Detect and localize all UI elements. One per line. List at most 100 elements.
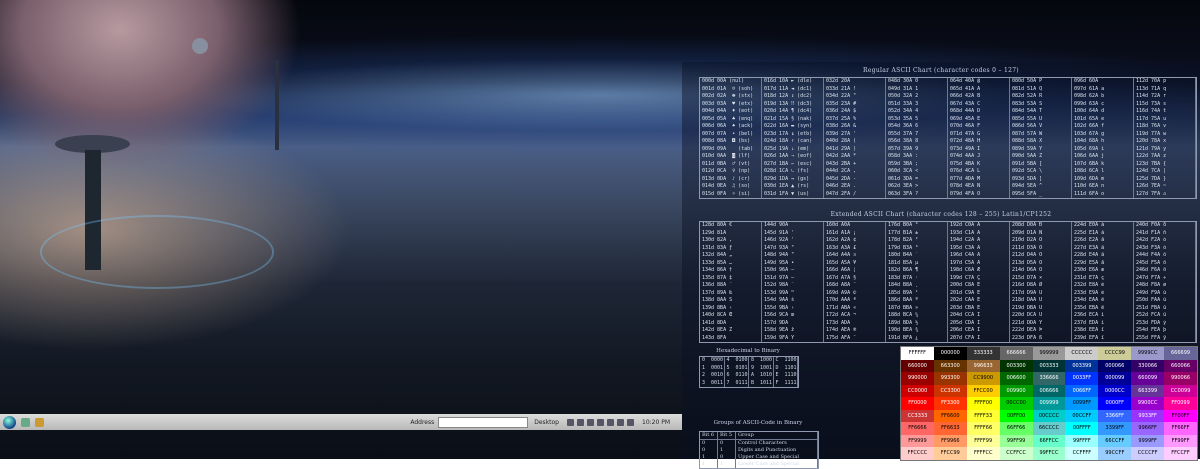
color-swatch: 9966FF — [1131, 422, 1165, 435]
color-swatch: 0099FF — [1065, 397, 1099, 410]
table-cell: 181d B5A µ — [888, 259, 919, 266]
table-cell: 073d 49A I — [950, 145, 981, 152]
table-cell: 137d 89A ‰ — [702, 289, 733, 296]
table-cell: 041d 29A ) — [826, 145, 857, 152]
table-cell: 204d CCA Ì — [950, 312, 981, 318]
desktop-toolbar-label[interactable]: Desktop — [534, 419, 559, 426]
table-cell: 173d ADA — [826, 319, 851, 326]
tray-icon[interactable] — [627, 418, 634, 426]
groups-cell: 1 — [718, 447, 736, 454]
quicklaunch-icon[interactable] — [35, 417, 44, 427]
table-cell: 167d A7A § — [826, 274, 857, 281]
color-swatch: 66CCCC — [1032, 422, 1066, 435]
start-button[interactable] — [3, 415, 16, 429]
table-cell: 225d E1A á — [1074, 229, 1105, 236]
color-swatch: CCCCCC — [1065, 347, 1099, 360]
table-cell: 148d 94A " — [764, 252, 795, 258]
hex-binary-table: 0 0000 1 0001 2 0010 3 0011 4 0100 5 0101 6 01… — [699, 356, 799, 388]
table-cell: 175d AFA ¯ — [826, 334, 857, 341]
table-cell: 065d 41A A — [950, 85, 981, 92]
table-cell: 126d 7EA ~ — [1136, 183, 1167, 189]
table-cell: 046d 2EA . — [826, 183, 857, 189]
regular-ascii-title: Regular ASCII Chart (character codes 0 –… — [863, 67, 1019, 74]
table-cell: 202d CAA Ê — [950, 297, 981, 303]
table-cell: 021d 15A § (nak) — [764, 115, 813, 122]
table-cell: 163d A3A £ — [826, 244, 857, 251]
table-cell: 118d 76A v — [1136, 123, 1167, 129]
table-cell: 095d 5FA _ — [1012, 190, 1043, 197]
tray-icon[interactable] — [587, 418, 594, 426]
taskbar-clock[interactable]: 10:20 PM — [642, 419, 670, 426]
table-cell: 011d 0BA ♂ (vt) — [702, 160, 751, 167]
color-swatch: FF66FF — [1164, 422, 1197, 435]
table-cell: 220d DCA Ü — [1012, 312, 1043, 318]
color-swatch: 990066 — [1164, 372, 1197, 385]
table-cell: 093d 5DA ] — [1012, 175, 1043, 182]
table-cell: 170d AAA ª — [826, 297, 857, 303]
table-cell: 229d E5A å — [1074, 259, 1105, 266]
table-cell: 038d 26A & — [826, 123, 857, 129]
hex-cell: 4 0100 — [726, 357, 748, 363]
table-cell: 029d 1DA ↔ (gs) — [764, 175, 810, 182]
hex-cell: 3 0011 — [702, 379, 724, 386]
table-cell: 027d 1BA ← (esc) — [764, 160, 813, 167]
table-cell: 071d 47A G — [950, 130, 981, 137]
table-cell: 117d 75A u — [1136, 115, 1167, 122]
table-cell: 086d 56A V — [1012, 123, 1043, 129]
tray-icon[interactable] — [567, 418, 574, 426]
regular-ascii-table: 000d 00A (nul) 001d 01A ☺ (soh) 002d 02A ☻… — [699, 77, 1197, 199]
color-palette: FFFFFF 000000 333333 666666 999999 CCCCCC CCCC… — [900, 346, 1198, 461]
table-cell: 119d 77A w — [1136, 130, 1167, 137]
groups-cell: Lower Case and Special — [736, 461, 818, 468]
table-column: 192d C0A À 193d C1A Á 194d C2A Â 195d C3A Ã… — [948, 222, 1010, 342]
table-cell: 196d C4A Ä — [950, 252, 981, 258]
table-cell: 141d 8DA — [702, 319, 727, 326]
table-cell: 035d 23A # — [826, 100, 857, 107]
tray-icon[interactable] — [597, 418, 604, 426]
groups-row: 1 1 Lower Case and Special — [700, 461, 818, 468]
groups-row: 0 1 Digits and Punctuation — [700, 447, 818, 454]
table-cell: 179d B3A ³ — [888, 244, 919, 251]
table-cell: 123d 7BA { — [1136, 160, 1167, 167]
table-cell: 042d 2AA * — [826, 153, 857, 159]
table-cell: 061d 3DA = — [888, 175, 919, 182]
table-cell: 033d 21A ! — [826, 85, 857, 92]
hex-cell: 5 0101 — [726, 364, 748, 371]
table-cell: 122d 7AA z — [1136, 153, 1167, 159]
groups-cell: 0 — [718, 454, 736, 461]
tray-icon[interactable] — [607, 418, 614, 426]
table-cell: 243d F3A ó — [1136, 244, 1167, 251]
table-column: 208d D0A Ð 209d D1A Ñ 210d D2A Ò 211d D3A Ó… — [1010, 222, 1072, 342]
table-cell: 069d 45A E — [950, 115, 981, 122]
table-column: 064d 40A @065d 41A A 066d 42A B 067d 43A C… — [948, 78, 1010, 198]
tray-icon[interactable] — [577, 418, 584, 426]
table-cell: 193d C1A Á — [950, 229, 981, 236]
table-cell: 215d D7A × — [1012, 274, 1043, 281]
table-cell: 040d 28A ( — [826, 138, 857, 144]
color-swatch: 003300 — [999, 359, 1033, 372]
table-cell: 186d BAA º — [888, 297, 919, 303]
address-input[interactable] — [438, 416, 529, 428]
table-cell: 152d 98A ˜ — [764, 282, 795, 288]
color-swatch: 9999CC — [1131, 347, 1165, 360]
color-swatch: 00CCFF — [1065, 409, 1099, 422]
table-cell: 107d 6BA k — [1074, 160, 1105, 167]
table-cell: 149d 95A • — [764, 259, 795, 266]
table-cell: 155d 9BA › — [764, 304, 795, 311]
hex-cell: F 1111 — [775, 379, 797, 386]
color-swatch: 006666 — [1032, 384, 1066, 397]
table-column: 128d 80A €129d 81A 130d 82A ‚ 131d 83A ƒ 13… — [700, 222, 762, 342]
table-cell: 005d 05A ♣ (enq) — [702, 115, 754, 122]
table-cell: 251d FBA û — [1136, 304, 1167, 311]
table-column: 176d B0A ° 177d B1A ±178d B2A ² 179d B3A ³… — [886, 222, 948, 342]
tray-icon[interactable] — [617, 418, 624, 426]
table-cell: 016d 10A ► (dle) — [764, 78, 813, 84]
color-swatch: 666666 — [999, 347, 1033, 360]
table-cell: 094d 5EA ^ — [1012, 183, 1043, 189]
color-swatch: 666699 — [1164, 347, 1197, 360]
table-cell: 089d 59A Y — [1012, 145, 1043, 152]
color-swatch: 9933FF — [1131, 409, 1165, 422]
hex-column: 8 1000 9 1001 A 1010 B 1011 — [749, 357, 774, 387]
color-swatch: FF3300 — [933, 397, 967, 410]
quicklaunch-icon[interactable] — [21, 417, 30, 427]
